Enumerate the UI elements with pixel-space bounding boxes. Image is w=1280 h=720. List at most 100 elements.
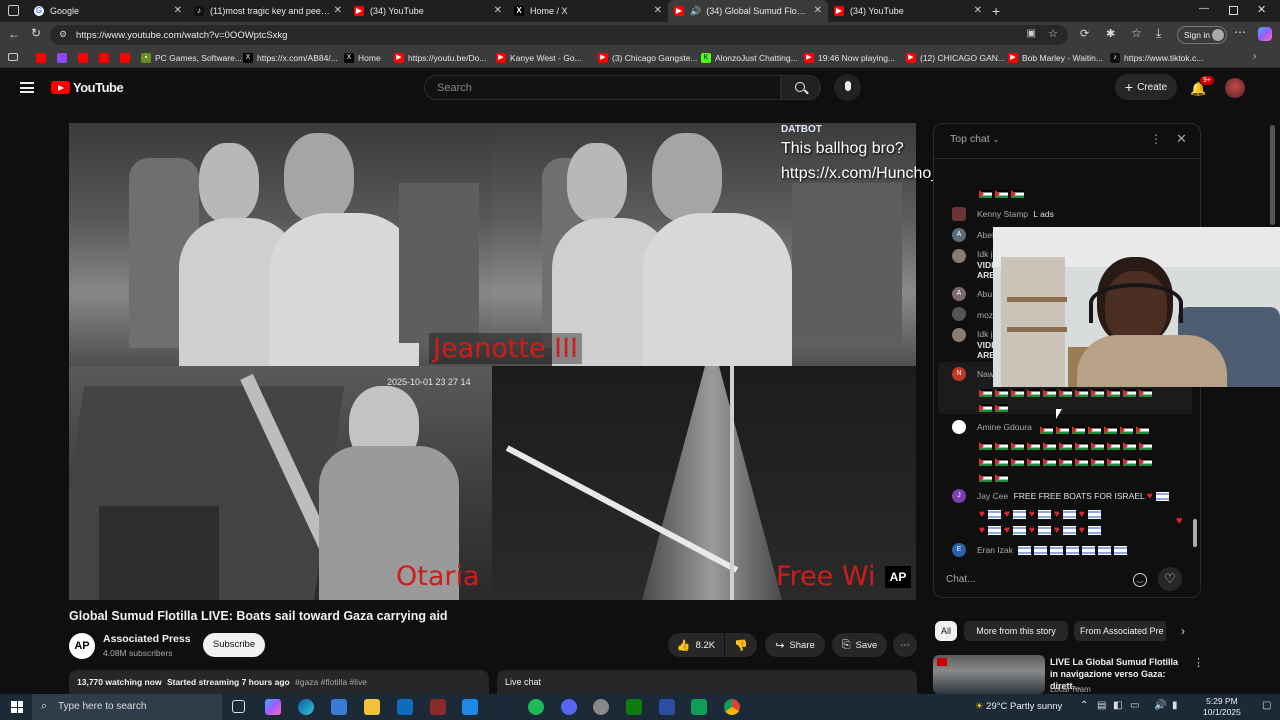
app-icon[interactable] [659,699,675,715]
steam-icon[interactable] [495,699,511,715]
site-info-icon[interactable]: ⚙ [59,29,67,40]
more-actions-button[interactable]: ⋯ [893,633,917,657]
app-icon[interactable] [462,699,478,715]
chevron-right-icon[interactable]: › [1253,51,1256,62]
voice-search-button[interactable] [834,74,861,101]
bookmark-item[interactable]: ♪ https://www.tiktok.c... [1110,51,1203,65]
channel-avatar[interactable]: AP [69,633,95,659]
close-tab-icon[interactable]: ✕ [174,5,182,16]
page-scrollbar[interactable] [1270,125,1275,225]
chat-mode-dropdown[interactable]: Top chat ⌄ [950,133,999,145]
favorites-icon[interactable]: ☆ [1131,26,1142,40]
close-window-icon[interactable]: ✕ [1257,3,1266,16]
subscribe-button[interactable]: Subscribe [203,633,265,657]
copilot-icon[interactable] [265,699,281,715]
youtube-icon[interactable] [99,53,109,63]
bookmark-item[interactable]: Xhttps://x.com/AB84/... [243,51,338,65]
youtube-logo[interactable]: YouTube [51,80,124,95]
related-video-more-icon[interactable]: ⋮ [1193,656,1204,669]
chip-more-from-story[interactable]: More from this story [964,621,1068,641]
back-icon[interactable]: ← [8,27,20,41]
maximize-icon[interactable] [1229,6,1238,15]
search-button[interactable] [781,75,821,100]
create-button[interactable]: + Create [1115,74,1177,100]
related-video-thumbnail[interactable] [933,655,1045,694]
chip-from-ap[interactable]: From Associated Pre [1074,621,1166,641]
close-tab-icon[interactable]: ✕ [334,5,342,16]
youtube-icon[interactable] [78,53,88,63]
close-chat-icon[interactable]: ✕ [1176,131,1187,147]
dislike-button[interactable]: 👎 [725,633,757,657]
chat-scrollbar[interactable] [1193,519,1197,547]
youtube-icon[interactable] [120,53,130,63]
bookmark-item[interactable]: ▶ 19:46 Now playing... [804,51,895,65]
browser-tab-active[interactable]: ▶ 🔊 (34) Global Sumud Flotilla LI ✕ [668,0,828,22]
notifications-icon[interactable]: ▢ [1262,700,1271,711]
tray-icon[interactable]: ▤ [1097,700,1106,711]
twitch-icon[interactable] [57,53,67,63]
sign-in-button[interactable]: Sign in [1177,26,1227,44]
new-tab-button[interactable]: + [992,3,1000,19]
app-icon[interactable] [430,699,446,715]
volume-icon[interactable]: 🔊 [1154,700,1166,711]
more-menu-icon[interactable]: ⋯ [1234,25,1246,39]
browser-tab[interactable]: G Google ✕ [28,0,188,22]
puzzle-icon[interactable]: ✱ [1106,27,1115,40]
edge-icon[interactable] [298,699,314,715]
bookmark-item[interactable]: ▶ https://youtu.be/Do... [394,51,486,65]
tray-icon[interactable]: ◧ [1113,700,1122,711]
bookmarks-folder-icon[interactable] [8,53,18,61]
save-button[interactable]: ⎘ Save [832,633,887,657]
spotify-icon[interactable] [528,699,544,715]
search-input[interactable]: Search [424,75,781,100]
task-view-icon[interactable] [232,700,245,713]
outlook-icon[interactable] [397,699,413,715]
heart-icon[interactable]: ♡ [1158,567,1182,591]
extensions-icon[interactable]: ⟳ [1080,27,1089,40]
file-explorer-icon[interactable] [364,699,380,715]
network-icon[interactable]: ▭ [1130,700,1139,711]
video-player[interactable]: Jeanotte III 2025-10-01 23 27 14 Otaria … [69,123,916,600]
youtube-icon[interactable] [36,53,46,63]
store-icon[interactable] [331,699,347,715]
browser-tab[interactable]: ▶ (34) YouTube ✕ [828,0,988,22]
close-tab-icon[interactable]: ✕ [814,5,822,16]
app-icon[interactable] [593,699,609,715]
bookmark-item[interactable]: X Home [344,51,381,65]
chevron-right-icon[interactable]: › [1181,624,1185,638]
refresh-icon[interactable]: ↻ [31,26,41,40]
copilot-icon[interactable] [1258,27,1272,41]
notifications-button[interactable]: 🔔 9+ [1190,76,1214,98]
browser-tab[interactable]: ▶ (34) YouTube ✕ [348,0,508,22]
menu-icon[interactable] [20,82,34,93]
browser-tab[interactable]: ♪ (11)most tragic key and peele ch ✕ [188,0,348,22]
start-button[interactable] [11,701,23,713]
app-icon[interactable] [691,699,707,715]
bookmark-item[interactable]: ▶ (3) Chicago Gangste... [598,51,698,65]
battery-icon[interactable]: ▮ [1172,700,1178,711]
bookmark-item[interactable]: ▶ (12) CHICAGO GAN... [906,51,1005,65]
browser-tab[interactable]: X Home / X ✕ [508,0,668,22]
clock[interactable]: 5:29 PM 10/1/2025 [1203,696,1241,718]
download-icon[interactable]: ⤓ [1156,26,1161,41]
bookmark-item[interactable]: K AlonzoJust Chatting... [701,51,798,65]
tab-actions-icon[interactable] [8,5,19,16]
chat-input[interactable]: Chat... [946,571,1160,591]
bookmark-item[interactable]: ▶ Kanye West - Go... [496,51,582,65]
channel-name[interactable]: Associated Press [103,633,191,645]
chrome-icon[interactable] [724,699,740,715]
close-tab-icon[interactable]: ✕ [974,5,982,16]
taskbar-search-input[interactable]: ⌕ Type here to search [32,694,222,720]
bookmark-item[interactable]: ▪ PC Games, Software... [141,51,242,65]
chevron-up-icon[interactable]: ⌃ [1080,700,1088,711]
discord-icon[interactable] [561,699,577,715]
reading-mode-icon[interactable]: ▣ [1027,28,1036,39]
video-description-box[interactable]: 13,770 watching now Started streaming 7 … [69,670,489,694]
url-input[interactable]: ⚙ https://www.youtube.com/watch?v=0OOWpt… [50,25,1068,45]
favorite-star-icon[interactable]: ☆ [1048,27,1058,40]
speaker-icon[interactable]: 🔊 [690,6,701,17]
minimize-icon[interactable]: — [1199,3,1209,14]
emoji-icon[interactable]: ‿ [1133,573,1147,587]
avatar[interactable] [1225,78,1245,98]
close-tab-icon[interactable]: ✕ [654,5,662,16]
